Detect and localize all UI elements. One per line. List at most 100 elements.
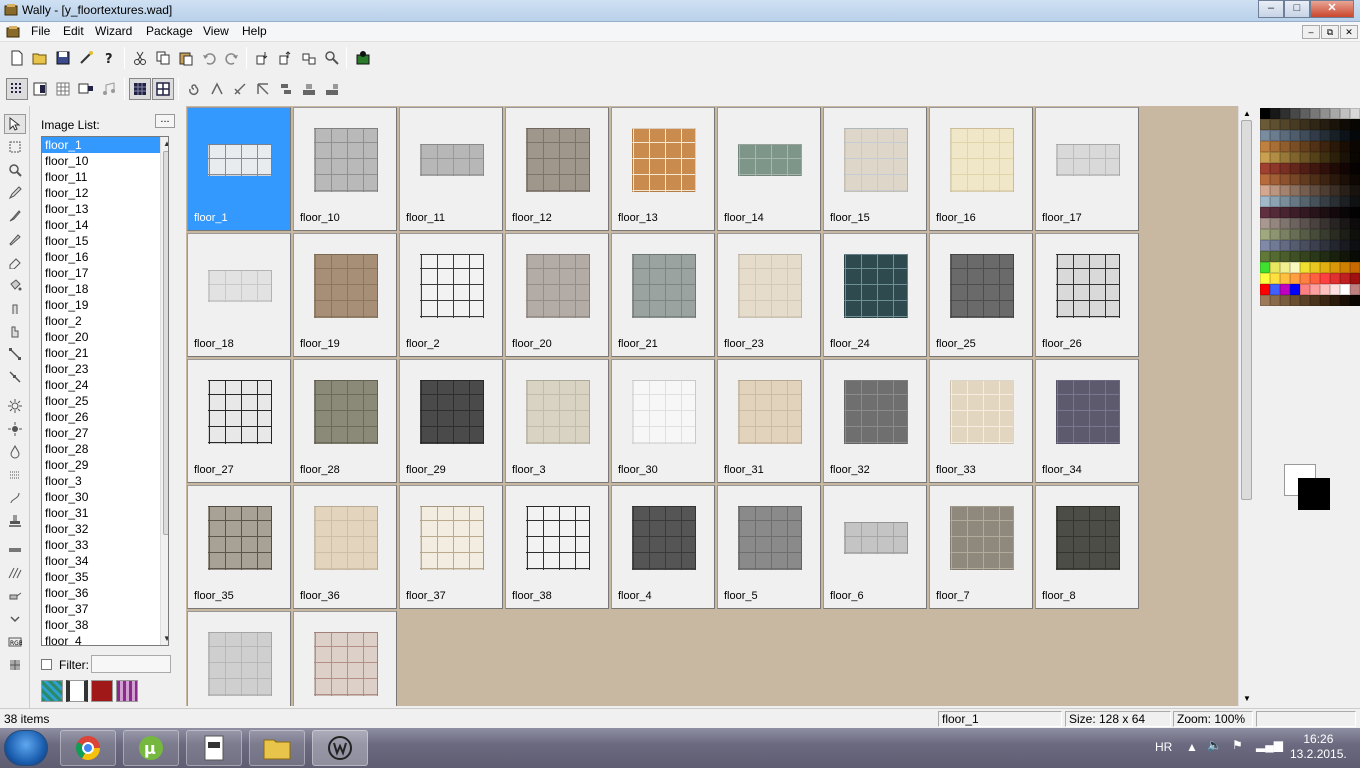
palette-swatch[interactable]	[1280, 108, 1290, 119]
save-icon[interactable]	[52, 47, 74, 69]
texture-thumbnail[interactable]: floor_37	[399, 485, 503, 609]
texture-thumbnail[interactable]: floor_20	[505, 233, 609, 357]
palette-swatch[interactable]	[1320, 196, 1330, 207]
palette-swatch[interactable]	[1310, 284, 1320, 295]
scroll-up-icon[interactable]: ▲	[1243, 109, 1251, 118]
texture-thumbnail[interactable]: floor_14	[717, 107, 821, 231]
palette-swatch[interactable]	[1300, 130, 1310, 141]
merge-icon[interactable]	[298, 78, 320, 100]
mdi-minimize-button[interactable]: –	[1302, 25, 1320, 39]
palette-swatch[interactable]	[1300, 284, 1310, 295]
palette-swatch[interactable]	[1320, 207, 1330, 218]
palette-swatch[interactable]	[1260, 141, 1270, 152]
palette-swatch[interactable]	[1290, 262, 1300, 273]
menu-file[interactable]: File	[31, 24, 50, 38]
list-item[interactable]: floor_18	[42, 281, 168, 297]
swirl-icon[interactable]	[183, 78, 205, 100]
list-item[interactable]: floor_25	[42, 393, 168, 409]
texture-thumbnail[interactable]: floor_27	[187, 359, 291, 483]
palette-swatch[interactable]	[1310, 251, 1320, 262]
palette-swatch[interactable]	[1260, 229, 1270, 240]
texture-thumbnail[interactable]: floor_15	[823, 107, 927, 231]
list-item[interactable]: floor_37	[42, 601, 168, 617]
list-item[interactable]: floor_34	[42, 553, 168, 569]
grid-scrollbar[interactable]: ▲ ▼	[1238, 106, 1254, 706]
texture-thumbnail[interactable]: floor_36	[293, 485, 397, 609]
palette-swatch[interactable]	[1280, 295, 1290, 306]
cut-icon[interactable]	[129, 47, 151, 69]
minimize-button[interactable]: –	[1258, 0, 1284, 18]
line-tool-icon[interactable]	[4, 344, 26, 364]
list-item[interactable]: floor_21	[42, 345, 168, 361]
palette-swatch[interactable]	[1340, 207, 1350, 218]
palette-swatch[interactable]	[1290, 163, 1300, 174]
palette-swatch[interactable]	[1270, 185, 1280, 196]
palette-swatch[interactable]	[1270, 196, 1280, 207]
menu-help[interactable]: Help	[242, 24, 267, 38]
palette-swatch[interactable]	[1280, 229, 1290, 240]
fill-tool-icon[interactable]	[4, 275, 26, 295]
palette-swatch[interactable]	[1300, 152, 1310, 163]
list-item[interactable]: floor_38	[42, 617, 168, 633]
dither-tool-icon[interactable]	[4, 655, 26, 675]
palette-swatch[interactable]	[1350, 251, 1360, 262]
texture-thumbnail[interactable]	[187, 611, 291, 706]
new-icon[interactable]	[6, 47, 28, 69]
menu-wizard[interactable]: Wizard	[95, 24, 132, 38]
palette-swatch[interactable]	[1330, 262, 1340, 273]
zoom-tool-icon[interactable]	[4, 160, 26, 180]
texture-thumbnail[interactable]: floor_4	[611, 485, 715, 609]
texture-thumbnail[interactable]: floor_28	[293, 359, 397, 483]
clock[interactable]: 16:26 13.2.2015.	[1290, 732, 1347, 762]
texture-thumbnail[interactable]: floor_13	[611, 107, 715, 231]
palette-swatch[interactable]	[1330, 273, 1340, 284]
align-icon[interactable]	[275, 78, 297, 100]
palette-swatch[interactable]	[1300, 218, 1310, 229]
palette-swatch[interactable]	[1280, 273, 1290, 284]
menu-edit[interactable]: Edit	[63, 24, 84, 38]
tile-large-icon[interactable]	[152, 78, 174, 100]
palette-swatch[interactable]	[1350, 295, 1360, 306]
tile-grid-icon[interactable]	[129, 78, 151, 100]
palette-swatch[interactable]	[1330, 196, 1340, 207]
texture-thumbnail[interactable]: floor_23	[717, 233, 821, 357]
action-center-icon[interactable]: ⚑	[1232, 738, 1243, 752]
palette-swatch[interactable]	[1340, 284, 1350, 295]
undo-icon[interactable]	[198, 47, 220, 69]
list-item[interactable]: floor_30	[42, 489, 168, 505]
palette-swatch[interactable]	[1280, 130, 1290, 141]
palette-swatch[interactable]	[1300, 207, 1310, 218]
palette-swatch[interactable]	[1270, 273, 1280, 284]
palette-swatch[interactable]	[1290, 119, 1300, 130]
menu-view[interactable]: View	[203, 24, 229, 38]
palette-swatch[interactable]	[1340, 174, 1350, 185]
texture-thumbnail[interactable]: floor_38	[505, 485, 609, 609]
list-item[interactable]: floor_3	[42, 473, 168, 489]
palette-swatch[interactable]	[1310, 130, 1320, 141]
palette-swatch[interactable]	[1300, 174, 1310, 185]
palette-swatch[interactable]	[1290, 152, 1300, 163]
palette-swatch[interactable]	[1350, 185, 1360, 196]
palette-swatch[interactable]	[1310, 207, 1320, 218]
texture-thumbnail[interactable]: floor_33	[929, 359, 1033, 483]
palette-swatch[interactable]	[1300, 240, 1310, 251]
palette-swatch[interactable]	[1310, 196, 1320, 207]
texture-thumbnail[interactable]: floor_6	[823, 485, 927, 609]
palette-swatch[interactable]	[1320, 174, 1330, 185]
palette-swatch[interactable]	[1350, 284, 1360, 295]
palette-swatch[interactable]	[1270, 152, 1280, 163]
grid-dots-icon[interactable]	[6, 78, 28, 100]
palette-swatch[interactable]	[1320, 262, 1330, 273]
list-item[interactable]: floor_24	[42, 377, 168, 393]
palette-swatch[interactable]	[1260, 163, 1270, 174]
menu-package[interactable]: Package	[146, 24, 193, 38]
image-listbox[interactable]: floor_1 floor_10 floor_11 floor_12 floor_13 f…	[41, 136, 169, 646]
palette-swatch[interactable]	[1340, 108, 1350, 119]
filter-input[interactable]	[91, 655, 171, 673]
palette-swatch[interactable]	[1310, 229, 1320, 240]
palette-swatch[interactable]	[1260, 207, 1270, 218]
palette-swatch[interactable]	[1290, 240, 1300, 251]
palette-swatch[interactable]	[1310, 119, 1320, 130]
palette-swatch[interactable]	[1350, 174, 1360, 185]
list-item[interactable]: floor_4	[42, 633, 168, 645]
